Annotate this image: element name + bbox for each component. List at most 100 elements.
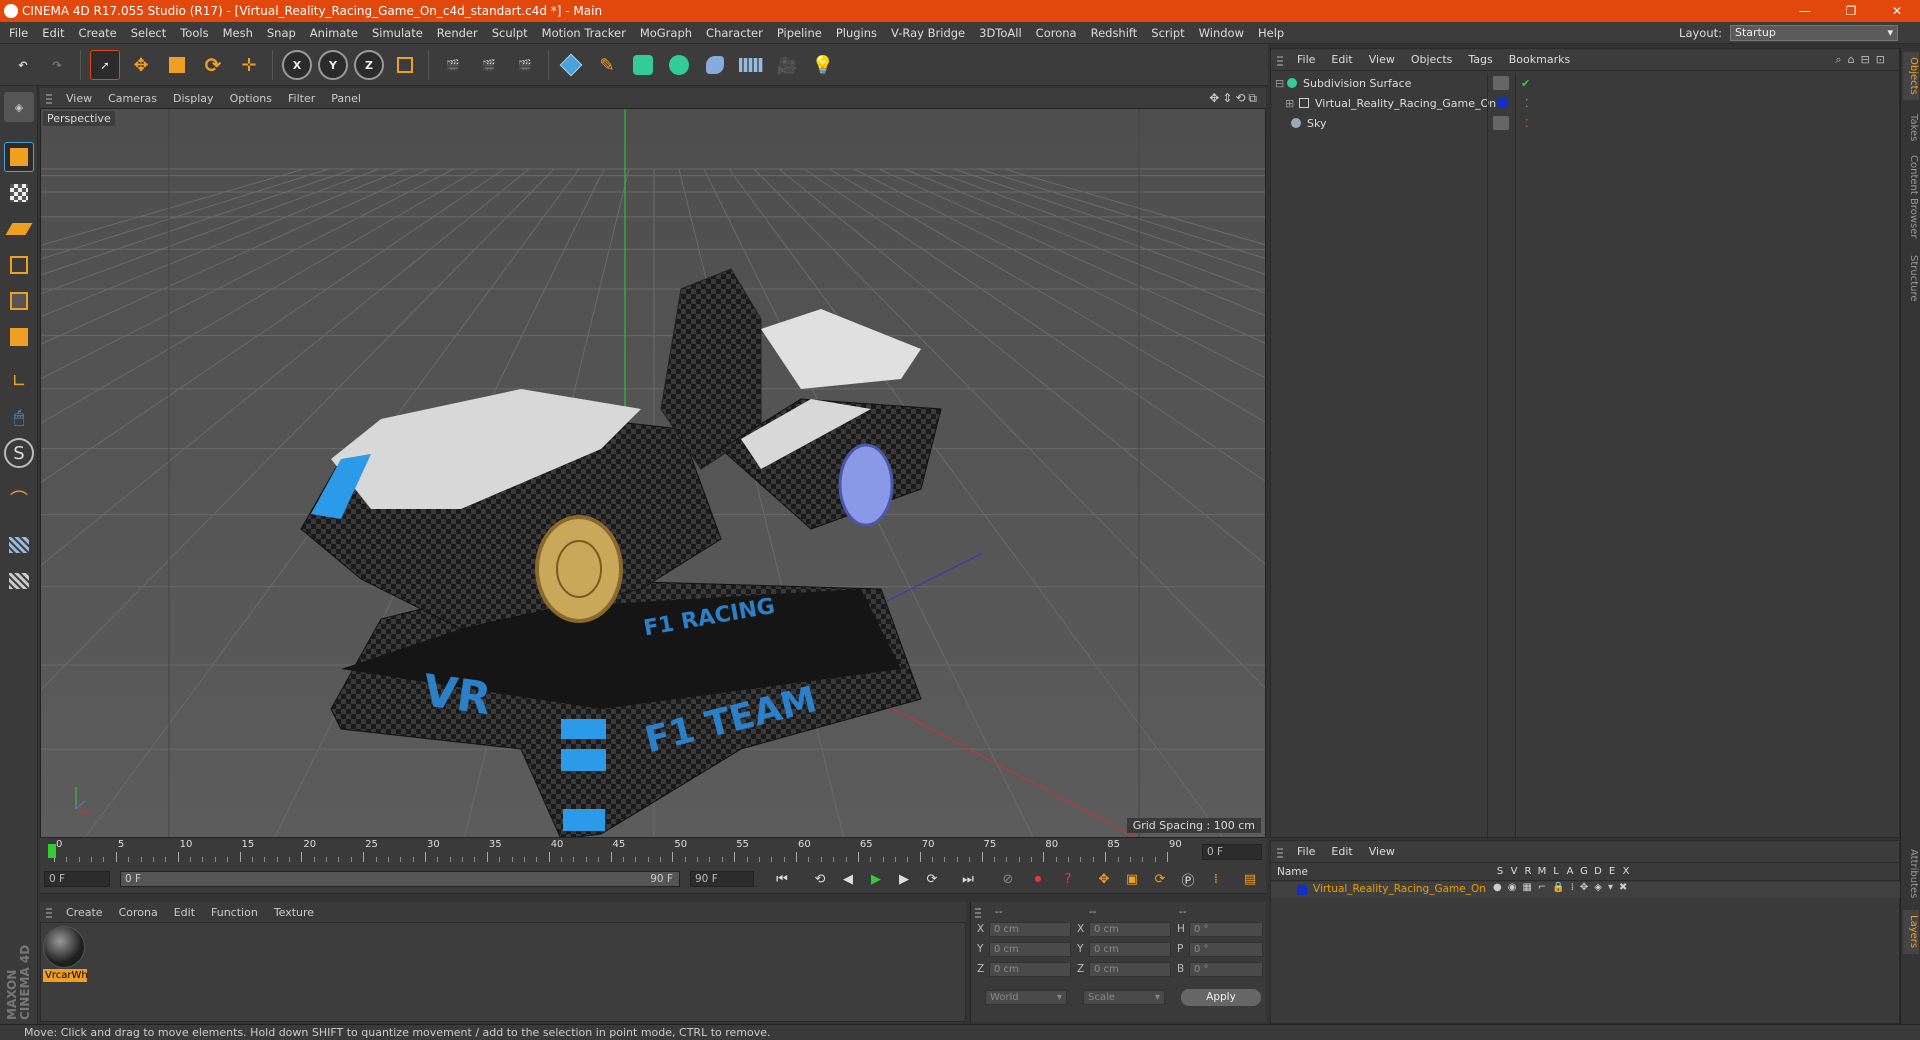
frame-range-slider[interactable]: 0 F 90 F xyxy=(120,871,680,887)
live-selection-button[interactable]: ➚ xyxy=(90,50,120,80)
texture-mode-button[interactable] xyxy=(4,178,34,208)
model-mode-button[interactable] xyxy=(4,142,34,172)
menu-window[interactable]: Window xyxy=(1192,26,1251,40)
object-menu-objects[interactable]: Objects xyxy=(1403,53,1461,66)
tweak-mode-button[interactable]: 🖱 xyxy=(4,402,34,432)
make-editable-button[interactable]: ◈ xyxy=(4,92,34,122)
material-menu-texture[interactable]: Texture xyxy=(266,906,322,919)
viewport-menu-filter[interactable]: Filter xyxy=(280,92,323,105)
play-button[interactable]: ▶ xyxy=(864,867,888,891)
coord-position-field[interactable]: 0 cm xyxy=(989,962,1071,977)
layer-flag-l[interactable]: L xyxy=(1549,866,1563,877)
layer-flag-icons[interactable]: ●◉▦⌐🔒⁞✥◈▾✖ xyxy=(1493,882,1633,893)
visibility-dots[interactable] xyxy=(1493,76,1509,90)
menu-script[interactable]: Script xyxy=(1144,26,1191,40)
object-manager-toolbar-icons[interactable]: ⌕⌂⊟⊡ xyxy=(1835,53,1891,67)
light-button[interactable]: 💡 xyxy=(808,50,838,80)
magnet-button[interactable]: ⌒ xyxy=(4,484,34,514)
object-menu-tags[interactable]: Tags xyxy=(1460,53,1500,66)
max-frame-field[interactable]: 90 F xyxy=(690,871,754,887)
menu-mesh[interactable]: Mesh xyxy=(216,26,260,40)
planar-workplane-button[interactable] xyxy=(4,566,34,596)
object-menu-file[interactable]: File xyxy=(1289,53,1323,66)
workplane-mode-button[interactable] xyxy=(4,214,34,244)
material-menu-function[interactable]: Function xyxy=(203,906,266,919)
name-column-header[interactable]: Name xyxy=(1277,866,1308,878)
coord-rotation-field[interactable]: 0 ° xyxy=(1189,962,1263,977)
material-menu-corona[interactable]: Corona xyxy=(111,906,166,919)
minimize-icon[interactable]: — xyxy=(1782,0,1828,22)
layer-menu-view[interactable]: View xyxy=(1361,845,1403,858)
menu-file[interactable]: File xyxy=(2,26,35,40)
layer-flag-m[interactable]: M xyxy=(1535,866,1549,877)
object-name[interactable]: Subdivision Surface xyxy=(1303,77,1411,90)
menu-v-ray-bridge[interactable]: V-Ray Bridge xyxy=(884,26,972,40)
viewport-menu-display[interactable]: Display xyxy=(165,92,222,105)
layer-flag-g[interactable]: G xyxy=(1577,866,1591,877)
coord-position-field[interactable]: 0 cm xyxy=(989,922,1071,937)
deformer-button[interactable] xyxy=(700,50,730,80)
close-icon[interactable]: ✕ xyxy=(1874,0,1920,22)
menu-3dtoall[interactable]: 3DToAll xyxy=(972,26,1029,40)
menu-sculpt[interactable]: Sculpt xyxy=(485,26,535,40)
key-pla-button[interactable]: ⁞ xyxy=(1204,867,1228,891)
layer-flag-d[interactable]: D xyxy=(1591,866,1605,877)
coord-size-field[interactable]: 0 cm xyxy=(1089,922,1171,937)
object-row-sky[interactable]: Sky ⁚ xyxy=(1271,113,1901,133)
viewport-nav-icons[interactable]: ✥⇕⟲⧉ xyxy=(1209,91,1260,106)
axis-mode-button[interactable]: ∟ xyxy=(4,366,34,396)
coord-mode-dropdown[interactable]: World ▾ xyxy=(985,990,1067,1005)
layer-flag-e[interactable]: E xyxy=(1605,866,1619,877)
layer-menu-edit[interactable]: Edit xyxy=(1323,845,1360,858)
timeline-window-button[interactable]: ▤ xyxy=(1238,867,1262,891)
object-name[interactable]: Virtual_Reality_Racing_Game_On xyxy=(1315,97,1496,110)
visibility-dots[interactable]: ⁚ xyxy=(1525,117,1529,130)
go-to-start-button[interactable]: ⏮ xyxy=(770,867,794,891)
menu-snap[interactable]: Snap xyxy=(260,26,303,40)
subdivision-button[interactable] xyxy=(628,50,658,80)
transform-button[interactable]: ✛ xyxy=(234,50,264,80)
object-row-subdivision[interactable]: ⊟ Subdivision Surface ✔ xyxy=(1271,73,1901,93)
tab-objects[interactable]: Objects xyxy=(1903,52,1919,100)
object-row-model[interactable]: ⊞ Virtual_Reality_Racing_Game_On ⁚ xyxy=(1271,93,1901,113)
menu-motion-tracker[interactable]: Motion Tracker xyxy=(535,26,633,40)
menu-animate[interactable]: Animate xyxy=(303,26,365,40)
layer-name[interactable]: Virtual_Reality_Racing_Game_On xyxy=(1313,883,1486,895)
menu-redshift[interactable]: Redshift xyxy=(1084,26,1145,40)
z-axis-button[interactable]: Z xyxy=(354,50,384,80)
visibility-dots[interactable] xyxy=(1493,116,1509,130)
tab-layers[interactable]: Layers xyxy=(1903,910,1919,954)
viewport-menu-view[interactable]: View xyxy=(58,92,100,105)
redo-button[interactable]: ↷ xyxy=(42,50,72,80)
go-to-end-button[interactable]: ⏭ xyxy=(956,867,980,891)
move-button[interactable]: ✥ xyxy=(126,50,156,80)
material-menu-edit[interactable]: Edit xyxy=(166,906,203,919)
menu-pipeline[interactable]: Pipeline xyxy=(770,26,829,40)
cube-button[interactable] xyxy=(556,50,586,80)
next-key-button[interactable]: ⟳ xyxy=(920,867,944,891)
tab-takes[interactable]: Takes xyxy=(1903,108,1919,148)
camera-button[interactable]: 🎥 xyxy=(772,50,802,80)
autokey-button[interactable]: ? xyxy=(1056,867,1080,891)
snap-button[interactable]: S xyxy=(4,438,34,468)
material-menu-create[interactable]: Create xyxy=(58,906,111,919)
menu-select[interactable]: Select xyxy=(124,26,173,40)
render-to-picture-viewer-button[interactable]: 🎬 xyxy=(474,50,504,80)
edges-mode-button[interactable] xyxy=(4,286,34,316)
viewport-label[interactable]: Perspective xyxy=(43,111,115,126)
menu-edit[interactable]: Edit xyxy=(35,26,71,40)
coordinate-system-button[interactable] xyxy=(390,50,420,80)
expand-icon[interactable]: ⊞ xyxy=(1285,97,1295,110)
menu-tools[interactable]: Tools xyxy=(173,26,215,40)
pen-spline-button[interactable]: ✎ xyxy=(592,50,622,80)
points-mode-button[interactable] xyxy=(4,250,34,280)
menu-mograph[interactable]: MoGraph xyxy=(633,26,699,40)
current-frame-field[interactable]: 0 F xyxy=(44,871,110,887)
coord-scale-dropdown[interactable]: Scale ▾ xyxy=(1083,990,1165,1005)
layer-color-swatch[interactable] xyxy=(1497,98,1507,108)
object-name[interactable]: Sky xyxy=(1307,117,1326,130)
object-menu-edit[interactable]: Edit xyxy=(1323,53,1360,66)
menu-help[interactable]: Help xyxy=(1251,26,1291,40)
viewport-menu-options[interactable]: Options xyxy=(222,92,280,105)
edit-render-settings-button[interactable]: 🎬 xyxy=(510,50,540,80)
